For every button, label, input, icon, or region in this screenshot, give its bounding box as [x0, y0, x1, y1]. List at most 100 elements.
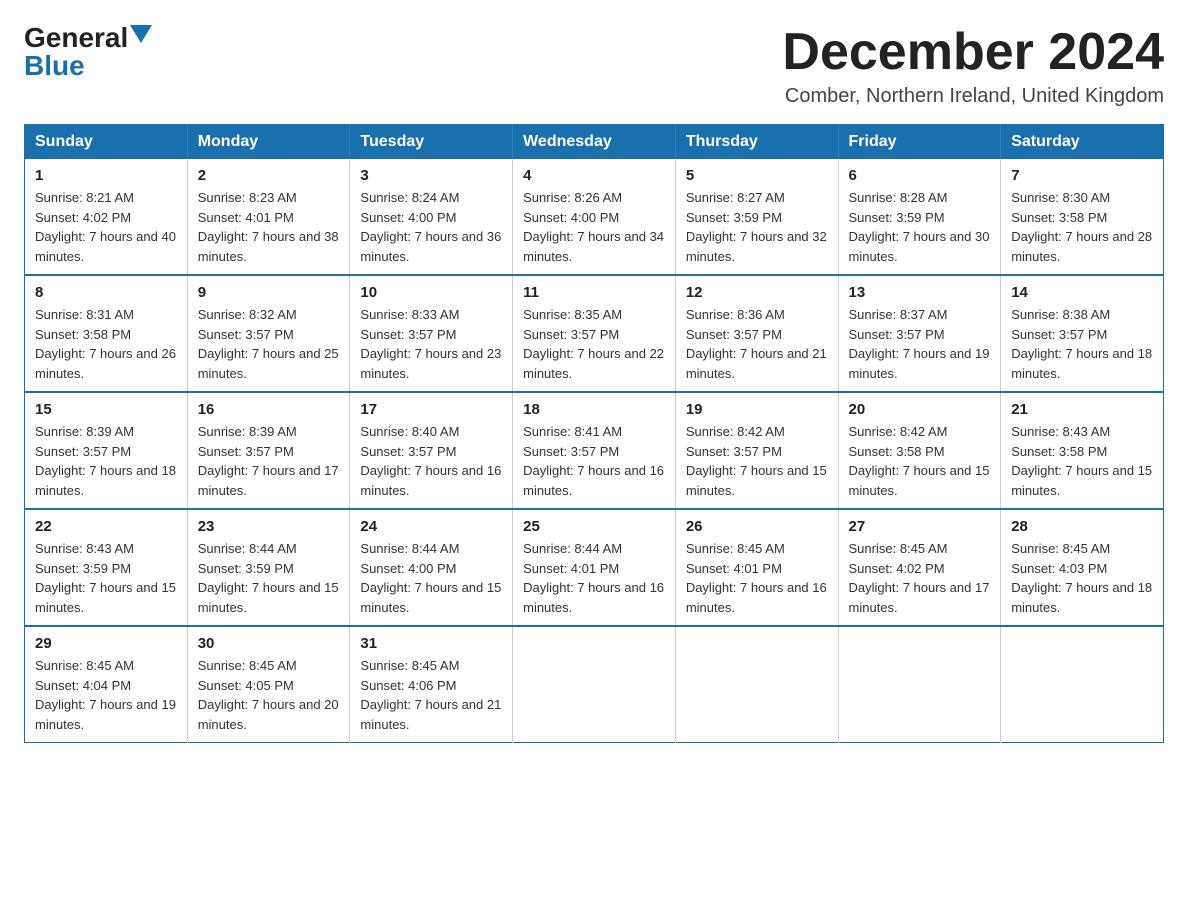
day-info: Sunrise: 8:45 AM Sunset: 4:04 PM Dayligh… — [35, 656, 177, 734]
day-cell-10: 10 Sunrise: 8:33 AM Sunset: 3:57 PM Dayl… — [350, 275, 513, 392]
day-cell-8: 8 Sunrise: 8:31 AM Sunset: 3:58 PM Dayli… — [25, 275, 188, 392]
day-cell-15: 15 Sunrise: 8:39 AM Sunset: 3:57 PM Dayl… — [25, 392, 188, 509]
day-number: 30 — [198, 635, 340, 652]
header-monday: Monday — [187, 125, 350, 160]
day-number: 31 — [360, 635, 502, 652]
week-row-4: 22 Sunrise: 8:43 AM Sunset: 3:59 PM Dayl… — [25, 509, 1164, 626]
day-cell-14: 14 Sunrise: 8:38 AM Sunset: 3:57 PM Dayl… — [1001, 275, 1164, 392]
day-info: Sunrise: 8:42 AM Sunset: 3:58 PM Dayligh… — [849, 422, 991, 500]
header-friday: Friday — [838, 125, 1001, 160]
day-cell-26: 26 Sunrise: 8:45 AM Sunset: 4:01 PM Dayl… — [675, 509, 838, 626]
day-cell-29: 29 Sunrise: 8:45 AM Sunset: 4:04 PM Dayl… — [25, 626, 188, 743]
logo-blue-text: Blue — [24, 52, 85, 80]
day-info: Sunrise: 8:41 AM Sunset: 3:57 PM Dayligh… — [523, 422, 665, 500]
day-info: Sunrise: 8:38 AM Sunset: 3:57 PM Dayligh… — [1011, 305, 1153, 383]
day-number: 1 — [35, 167, 177, 184]
location-subtitle: Comber, Northern Ireland, United Kingdom — [782, 85, 1164, 108]
day-number: 29 — [35, 635, 177, 652]
week-row-2: 8 Sunrise: 8:31 AM Sunset: 3:58 PM Dayli… — [25, 275, 1164, 392]
empty-cell-w4-d3 — [513, 626, 676, 743]
header-saturday: Saturday — [1001, 125, 1164, 160]
logo-arrow-icon — [130, 25, 152, 47]
day-number: 20 — [849, 401, 991, 418]
calendar-table: Sunday Monday Tuesday Wednesday Thursday… — [24, 124, 1164, 743]
day-number: 2 — [198, 167, 340, 184]
day-info: Sunrise: 8:45 AM Sunset: 4:05 PM Dayligh… — [198, 656, 340, 734]
weekday-header-row: Sunday Monday Tuesday Wednesday Thursday… — [25, 125, 1164, 160]
day-info: Sunrise: 8:42 AM Sunset: 3:57 PM Dayligh… — [686, 422, 828, 500]
day-cell-17: 17 Sunrise: 8:40 AM Sunset: 3:57 PM Dayl… — [350, 392, 513, 509]
week-row-1: 1 Sunrise: 8:21 AM Sunset: 4:02 PM Dayli… — [25, 159, 1164, 275]
day-number: 13 — [849, 284, 991, 301]
day-info: Sunrise: 8:35 AM Sunset: 3:57 PM Dayligh… — [523, 305, 665, 383]
day-info: Sunrise: 8:44 AM Sunset: 4:00 PM Dayligh… — [360, 539, 502, 617]
day-info: Sunrise: 8:37 AM Sunset: 3:57 PM Dayligh… — [849, 305, 991, 383]
day-info: Sunrise: 8:27 AM Sunset: 3:59 PM Dayligh… — [686, 188, 828, 266]
day-cell-21: 21 Sunrise: 8:43 AM Sunset: 3:58 PM Dayl… — [1001, 392, 1164, 509]
day-cell-20: 20 Sunrise: 8:42 AM Sunset: 3:58 PM Dayl… — [838, 392, 1001, 509]
day-info: Sunrise: 8:45 AM Sunset: 4:01 PM Dayligh… — [686, 539, 828, 617]
week-row-3: 15 Sunrise: 8:39 AM Sunset: 3:57 PM Dayl… — [25, 392, 1164, 509]
day-cell-31: 31 Sunrise: 8:45 AM Sunset: 4:06 PM Dayl… — [350, 626, 513, 743]
day-number: 4 — [523, 167, 665, 184]
day-number: 16 — [198, 401, 340, 418]
day-number: 6 — [849, 167, 991, 184]
day-cell-3: 3 Sunrise: 8:24 AM Sunset: 4:00 PM Dayli… — [350, 159, 513, 275]
day-cell-18: 18 Sunrise: 8:41 AM Sunset: 3:57 PM Dayl… — [513, 392, 676, 509]
day-info: Sunrise: 8:40 AM Sunset: 3:57 PM Dayligh… — [360, 422, 502, 500]
day-number: 22 — [35, 518, 177, 535]
day-number: 18 — [523, 401, 665, 418]
day-number: 12 — [686, 284, 828, 301]
day-cell-30: 30 Sunrise: 8:45 AM Sunset: 4:05 PM Dayl… — [187, 626, 350, 743]
day-cell-9: 9 Sunrise: 8:32 AM Sunset: 3:57 PM Dayli… — [187, 275, 350, 392]
day-number: 8 — [35, 284, 177, 301]
day-number: 24 — [360, 518, 502, 535]
day-cell-6: 6 Sunrise: 8:28 AM Sunset: 3:59 PM Dayli… — [838, 159, 1001, 275]
header-sunday: Sunday — [25, 125, 188, 160]
logo: General Blue — [24, 24, 152, 80]
day-info: Sunrise: 8:23 AM Sunset: 4:01 PM Dayligh… — [198, 188, 340, 266]
day-cell-11: 11 Sunrise: 8:35 AM Sunset: 3:57 PM Dayl… — [513, 275, 676, 392]
week-row-5: 29 Sunrise: 8:45 AM Sunset: 4:04 PM Dayl… — [25, 626, 1164, 743]
day-cell-7: 7 Sunrise: 8:30 AM Sunset: 3:58 PM Dayli… — [1001, 159, 1164, 275]
day-cell-16: 16 Sunrise: 8:39 AM Sunset: 3:57 PM Dayl… — [187, 392, 350, 509]
day-cell-24: 24 Sunrise: 8:44 AM Sunset: 4:00 PM Dayl… — [350, 509, 513, 626]
day-cell-13: 13 Sunrise: 8:37 AM Sunset: 3:57 PM Dayl… — [838, 275, 1001, 392]
title-block: December 2024 Comber, Northern Ireland, … — [782, 24, 1164, 108]
day-number: 23 — [198, 518, 340, 535]
header-tuesday: Tuesday — [350, 125, 513, 160]
day-info: Sunrise: 8:44 AM Sunset: 4:01 PM Dayligh… — [523, 539, 665, 617]
day-info: Sunrise: 8:43 AM Sunset: 3:59 PM Dayligh… — [35, 539, 177, 617]
day-number: 11 — [523, 284, 665, 301]
empty-cell-w4-d4 — [675, 626, 838, 743]
day-info: Sunrise: 8:31 AM Sunset: 3:58 PM Dayligh… — [35, 305, 177, 383]
day-number: 15 — [35, 401, 177, 418]
day-info: Sunrise: 8:33 AM Sunset: 3:57 PM Dayligh… — [360, 305, 502, 383]
day-number: 19 — [686, 401, 828, 418]
day-cell-25: 25 Sunrise: 8:44 AM Sunset: 4:01 PM Dayl… — [513, 509, 676, 626]
day-cell-12: 12 Sunrise: 8:36 AM Sunset: 3:57 PM Dayl… — [675, 275, 838, 392]
header-thursday: Thursday — [675, 125, 838, 160]
day-number: 21 — [1011, 401, 1153, 418]
day-cell-23: 23 Sunrise: 8:44 AM Sunset: 3:59 PM Dayl… — [187, 509, 350, 626]
day-info: Sunrise: 8:26 AM Sunset: 4:00 PM Dayligh… — [523, 188, 665, 266]
day-info: Sunrise: 8:45 AM Sunset: 4:06 PM Dayligh… — [360, 656, 502, 734]
day-cell-28: 28 Sunrise: 8:45 AM Sunset: 4:03 PM Dayl… — [1001, 509, 1164, 626]
day-number: 28 — [1011, 518, 1153, 535]
day-number: 14 — [1011, 284, 1153, 301]
day-info: Sunrise: 8:32 AM Sunset: 3:57 PM Dayligh… — [198, 305, 340, 383]
day-number: 3 — [360, 167, 502, 184]
day-info: Sunrise: 8:43 AM Sunset: 3:58 PM Dayligh… — [1011, 422, 1153, 500]
day-cell-1: 1 Sunrise: 8:21 AM Sunset: 4:02 PM Dayli… — [25, 159, 188, 275]
day-info: Sunrise: 8:45 AM Sunset: 4:02 PM Dayligh… — [849, 539, 991, 617]
day-info: Sunrise: 8:39 AM Sunset: 3:57 PM Dayligh… — [198, 422, 340, 500]
day-number: 7 — [1011, 167, 1153, 184]
day-info: Sunrise: 8:28 AM Sunset: 3:59 PM Dayligh… — [849, 188, 991, 266]
header-wednesday: Wednesday — [513, 125, 676, 160]
day-info: Sunrise: 8:21 AM Sunset: 4:02 PM Dayligh… — [35, 188, 177, 266]
day-cell-19: 19 Sunrise: 8:42 AM Sunset: 3:57 PM Dayl… — [675, 392, 838, 509]
empty-cell-w4-d6 — [1001, 626, 1164, 743]
day-cell-22: 22 Sunrise: 8:43 AM Sunset: 3:59 PM Dayl… — [25, 509, 188, 626]
logo-general-text: General — [24, 24, 128, 52]
day-info: Sunrise: 8:39 AM Sunset: 3:57 PM Dayligh… — [35, 422, 177, 500]
